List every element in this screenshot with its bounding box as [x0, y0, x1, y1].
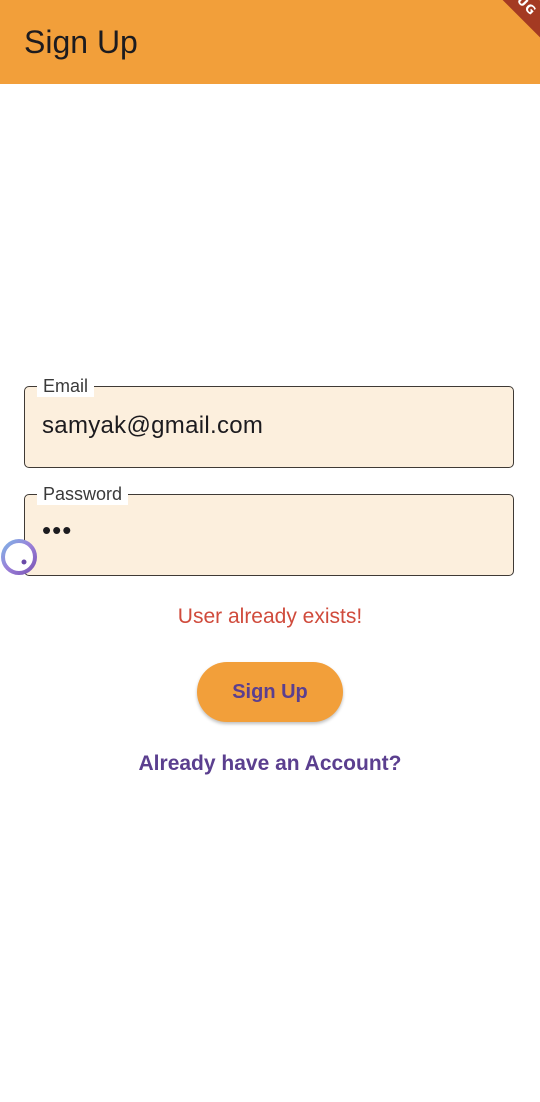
- assistant-bubble-icon[interactable]: [0, 538, 38, 576]
- email-value[interactable]: samyak@gmail.com: [42, 411, 263, 441]
- password-value[interactable]: •••: [42, 515, 72, 545]
- signup-button[interactable]: Sign Up: [197, 662, 343, 722]
- password-field[interactable]: Password •••: [24, 483, 514, 576]
- email-field[interactable]: Email samyak@gmail.com: [24, 375, 514, 468]
- debug-banner: DEBUG: [457, 0, 540, 54]
- error-message: User already exists!: [177, 605, 363, 628]
- page-title: Sign Up: [24, 24, 138, 60]
- password-label: Password: [37, 483, 129, 505]
- signup-screen: Sign Up DEBUG Email samyak@gmail.com Pas…: [0, 0, 540, 1102]
- app-bar: Sign Up DEBUG: [0, 0, 540, 84]
- email-label: Email: [37, 375, 95, 397]
- login-link[interactable]: Already have an Account?: [0, 750, 540, 778]
